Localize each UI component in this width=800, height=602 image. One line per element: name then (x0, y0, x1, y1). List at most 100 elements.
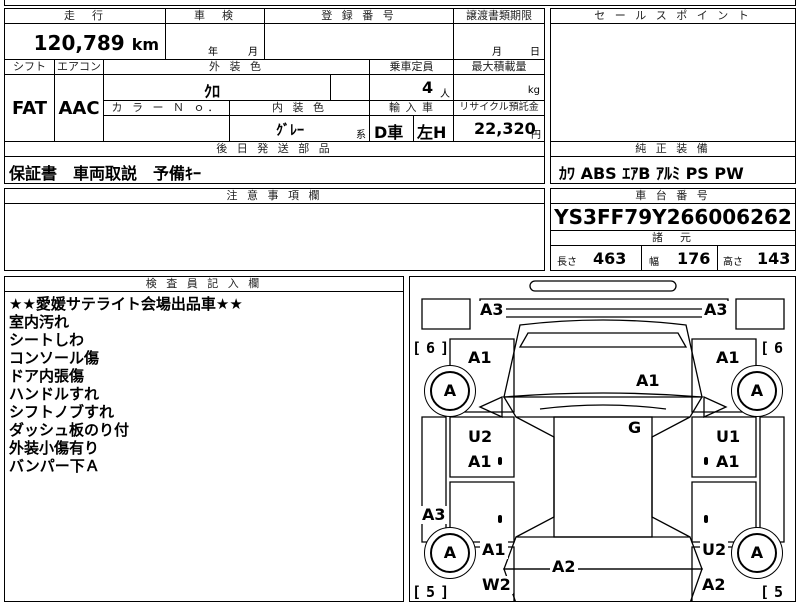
width-label: 幅 (649, 257, 659, 268)
genuine-equipment-box: 純 正 装 備 ｶﾜ ABS ｴｱB ｱﾙﾐ PS PW (550, 141, 796, 184)
tire-front-left: [6] (412, 339, 450, 357)
color-no-cell (104, 116, 230, 142)
mark-right-rear-1: U2 (700, 540, 729, 559)
caution-box: 注 意 事 項 欄 (4, 188, 545, 271)
mark-left-front-door-2: A1 (466, 452, 494, 471)
sales-points-box: セ ー ル ス ポ イ ン ト (550, 8, 796, 142)
mark-left-fender: A1 (466, 348, 494, 367)
recycle-unit: 円 (531, 130, 541, 141)
transfer-day-label: 日 (530, 47, 540, 58)
height-value: 143 (757, 249, 791, 268)
aircon-value: AAC (55, 75, 104, 142)
import-value-1: D車 (374, 123, 404, 142)
note-line: 室内汚れ (9, 313, 70, 331)
mark-right-rear-2: A2 (700, 575, 728, 594)
interior-color-suffix: 系 (356, 130, 366, 141)
recycle-cell: 22,320 円 (454, 116, 544, 142)
mark-roof: G (626, 418, 644, 437)
tire-front-right: [6 (760, 339, 788, 357)
note-line: ★★愛媛サテライト会場出品車★★ (9, 295, 243, 313)
mark-left-rear-1: A1 (480, 540, 508, 559)
note-line: 外装小傷有り (9, 439, 100, 457)
exterior-color-header: 外 装 色 (104, 60, 370, 75)
genuine-equipment-header: 純 正 装 備 (551, 142, 795, 157)
mark-hood: A1 (634, 371, 662, 390)
mileage-number: 120,789 (33, 31, 125, 55)
accessories-value: 保証書 車両取説 予備ｷｰ (9, 164, 202, 183)
tire-front-right-value: 6 (774, 339, 784, 357)
transfer-box: 譲渡書類期限 月 日 (453, 8, 545, 60)
interior-color-value: ｸﾞﾚｰ (276, 123, 304, 139)
mileage-value: 120,789 km (34, 31, 159, 55)
import-header: 輸 入 車 (370, 101, 454, 116)
interior-color-header: 内 装 色 (230, 101, 370, 116)
damage-map: A A A A [6] [6 [5] [5 A3 A3 A1 A1 A1 G U… (409, 276, 796, 602)
registration-box: 登 録 番 号 (264, 8, 454, 60)
note-line: シートしわ (9, 331, 85, 349)
mark-right-front-door-2: A1 (714, 452, 742, 471)
shift-value: FAT (5, 75, 55, 142)
dimensions-box: 諸 元 長さ 463 幅 176 高さ 143 (550, 230, 796, 271)
tire-front-left-value: 6 (426, 339, 436, 357)
note-line: ダッシュ板のり付 (9, 421, 130, 439)
dim-divider-1 (641, 246, 642, 271)
max-load-unit: kg (527, 85, 540, 96)
tire-rear-right: [5 (760, 583, 788, 601)
inspector-notes: ★★愛媛サテライト会場出品車★★ 室内汚れ シートしわ コンソール傷 ドア内張傷… (9, 295, 243, 475)
accessories-header: 後 日 発 送 部 品 (5, 142, 544, 157)
chassis-header: 車 台 番 号 (551, 189, 795, 204)
exterior-color-value: ｸﾛ (204, 82, 221, 101)
tire-rear-left-value: 5 (426, 583, 436, 601)
mark-left-rear-2: W2 (480, 575, 513, 594)
import-value-2: 左H (417, 123, 447, 142)
interior-color-cell: ｸﾞﾚｰ 系 (230, 116, 370, 142)
import-divider (413, 116, 414, 142)
wheel-front-right: A (737, 371, 777, 411)
capacity-cell: 4 人 (370, 75, 454, 101)
wheel-rear-right: A (737, 533, 777, 573)
mark-front-left-corner: A3 (478, 300, 506, 319)
capacity-unit: 人 (440, 89, 450, 100)
exterior-color-value-cell: ｸﾛ (104, 75, 370, 101)
tire-rear-right-value: 5 (774, 583, 784, 601)
note-line: バンパー下Ａ (9, 457, 100, 475)
dimensions-header: 諸 元 (551, 231, 795, 246)
height-label: 高さ (723, 257, 743, 268)
capacity-header: 乗車定員 (370, 60, 454, 75)
width-value: 176 (677, 249, 711, 268)
recycle-value: 22,320 (474, 119, 536, 138)
registration-header: 登 録 番 号 (265, 9, 453, 24)
wheel-rear-left: A (430, 533, 470, 573)
length-label: 長さ (557, 257, 577, 268)
top-strip (4, 0, 796, 6)
dim-divider-2 (717, 246, 718, 271)
wheel-front-left: A (430, 371, 470, 411)
exterior-color-divider (330, 75, 331, 100)
inspection-box: 車 検 年 月 (165, 8, 265, 60)
color-no-header: カ ラ ー Ｎ ｏ． (104, 101, 230, 116)
transfer-header: 譲渡書類期限 (454, 9, 544, 24)
max-load-header: 最大積載量 (454, 60, 544, 75)
import-cell: D車 左H (370, 116, 454, 142)
inspector-header: 検 査 員 記 入 欄 (5, 277, 403, 292)
inspection-header: 車 検 (166, 9, 264, 24)
sales-points-header: セ ー ル ス ポ イ ン ト (551, 9, 795, 24)
mark-left-front-door-1: U2 (466, 427, 495, 446)
note-line: ドア内張傷 (9, 367, 85, 385)
inspector-box: 検 査 員 記 入 欄 ★★愛媛サテライト会場出品車★★ 室内汚れ シートしわ … (4, 276, 404, 602)
length-value: 463 (593, 249, 627, 268)
capacity-value: 4 (422, 78, 434, 97)
tire-rear-left: [5] (412, 583, 450, 601)
inspection-year-label: 年 (208, 47, 218, 58)
caution-header: 注 意 事 項 欄 (5, 189, 544, 204)
mark-trunk: A2 (550, 557, 578, 576)
mark-left-sill: A3 (420, 505, 448, 524)
accessories-box: 後 日 発 送 部 品 保証書 車両取説 予備ｷｰ (4, 141, 545, 184)
note-line: シフトノブすれ (9, 403, 115, 421)
shift-header: シフト (5, 60, 55, 75)
genuine-equipment-value: ｶﾜ ABS ｴｱB ｱﾙﾐ PS PW (559, 164, 744, 183)
mark-right-fender: A1 (714, 348, 742, 367)
mileage-header: 走 行 (5, 9, 165, 24)
inspection-month-label: 月 (248, 47, 258, 58)
spec-grid: シフト エアコン 外 装 色 乗車定員 最大積載量 FAT AAC ｸﾛ 4 人… (4, 59, 545, 142)
